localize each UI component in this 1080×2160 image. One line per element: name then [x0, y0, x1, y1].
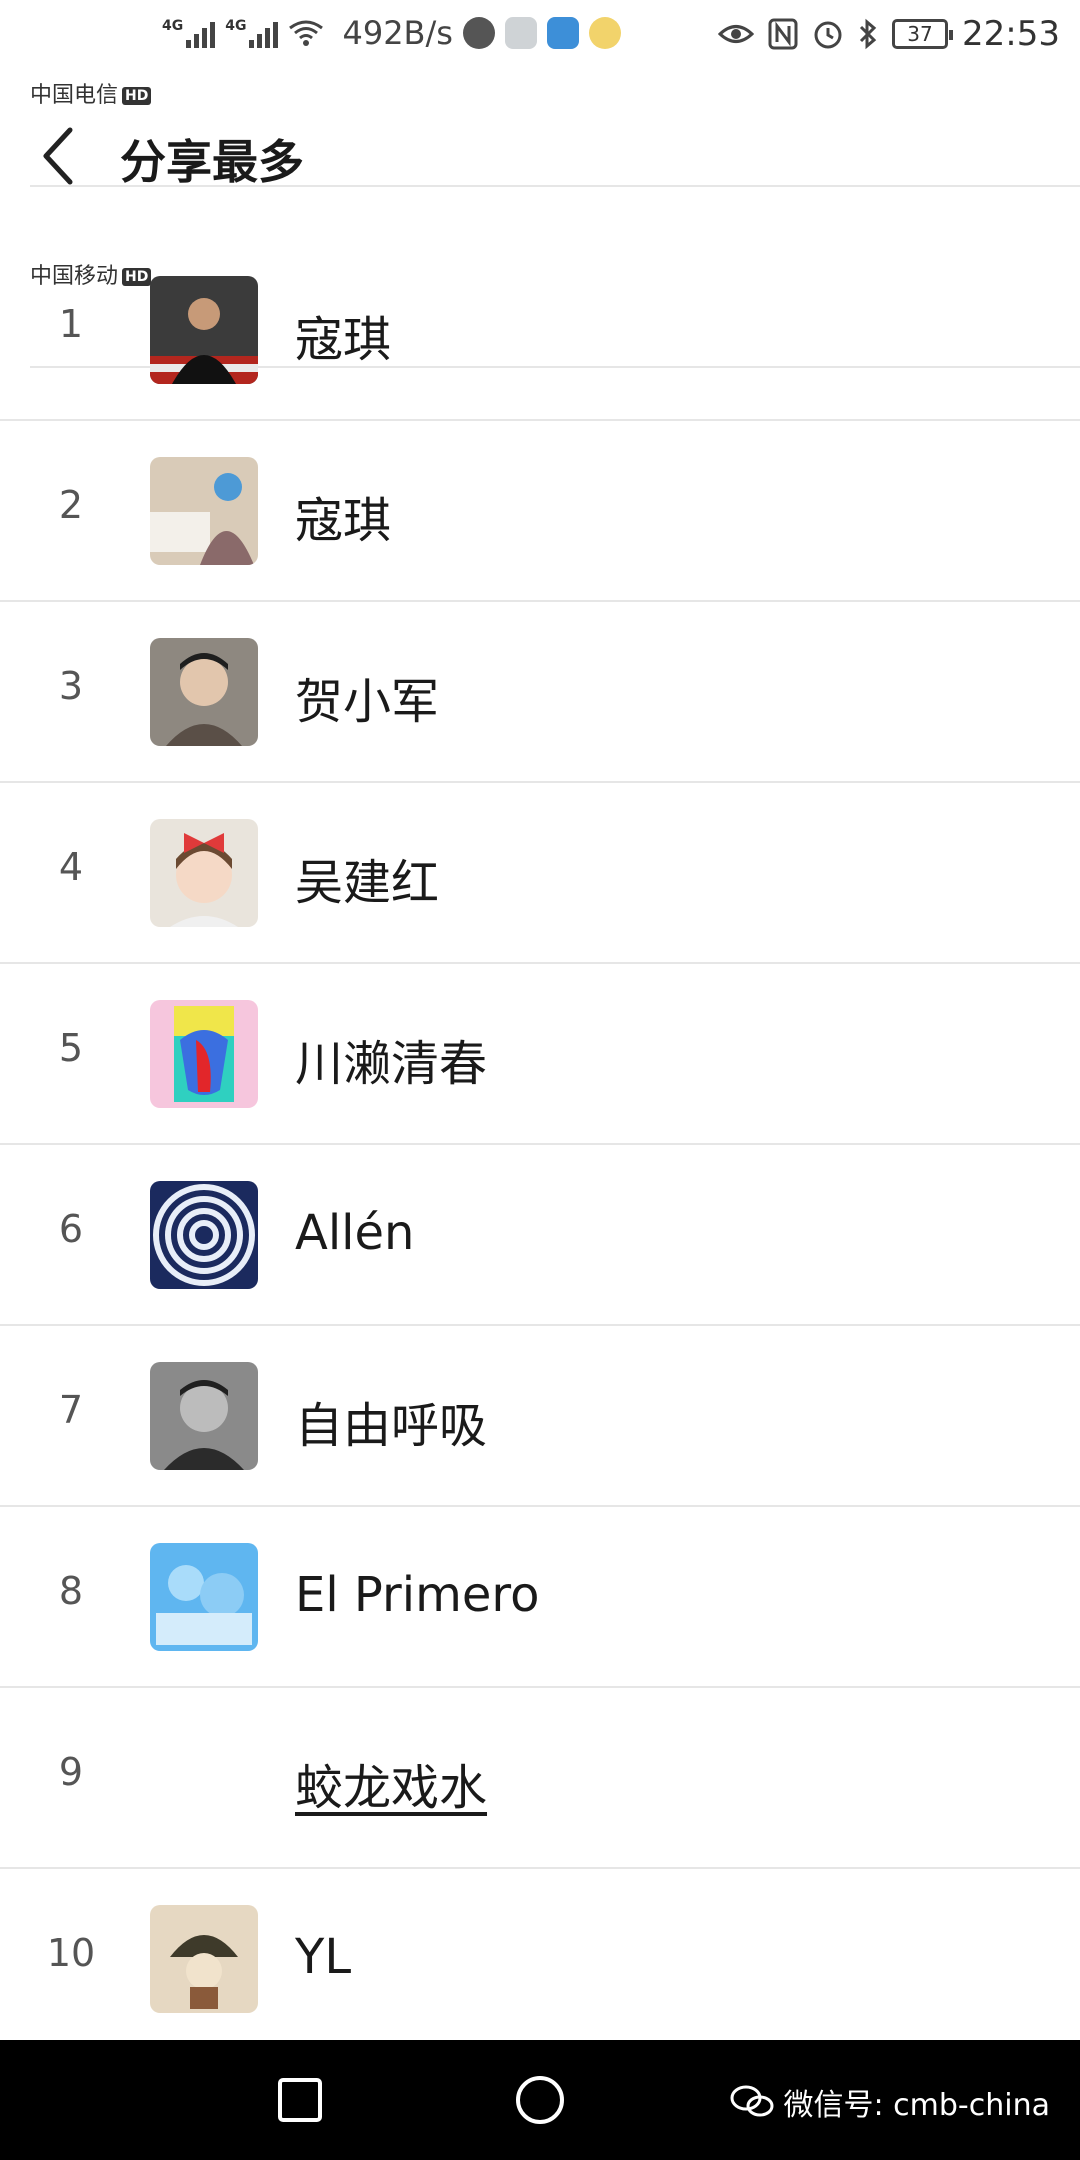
user-name: 蛟龙戏水: [295, 1760, 488, 1816]
recents-square-icon[interactable]: [270, 2070, 330, 2130]
rank-number: 8: [58, 1569, 84, 1613]
navigation-bar: 微信号: cmb-china: [0, 2040, 1080, 2160]
list-item[interactable]: 9 蛟龙戏水: [0, 1688, 1080, 1869]
user-name: El Primero: [295, 1567, 540, 1623]
avatar: [150, 1000, 258, 1108]
rank-number: 2: [58, 483, 84, 527]
status-bar: 中国电信 HD 中国移动 HD 4G 4G 492B/s 37 22:53: [0, 0, 1080, 368]
bluetooth-icon: [859, 18, 877, 50]
user-name: 吴建红: [295, 855, 440, 911]
rank-number: 3: [58, 664, 84, 708]
alarm-icon: [814, 21, 842, 49]
user-name: YL: [295, 1929, 352, 1985]
chat-icon: [462, 17, 495, 49]
list-item[interactable]: 4 吴建红: [0, 783, 1080, 964]
list-item[interactable]: 1 寇琪: [0, 240, 1080, 421]
wifi-icon: [289, 20, 324, 46]
user-name: 川濑清春: [295, 1036, 488, 1092]
signal-icon: 4G: [225, 18, 279, 48]
clock: 22:53: [962, 14, 1060, 54]
user-name: Allén: [295, 1205, 415, 1261]
battery-level: 37: [907, 22, 933, 46]
user-name: 贺小军: [295, 674, 440, 730]
home-circle-icon[interactable]: [510, 2070, 570, 2130]
rank-number: 5: [58, 1026, 84, 1070]
user-name: 自由呼吸: [295, 1398, 488, 1454]
signal-icon: 4G: [162, 18, 216, 48]
app-notification-icon: [588, 17, 621, 49]
eye-icon: [718, 25, 755, 43]
list-item[interactable]: 3 贺小军: [0, 602, 1080, 783]
list-item[interactable]: 6 Allén: [0, 1145, 1080, 1326]
rank-number: 6: [58, 1207, 84, 1251]
back-arrow-icon[interactable]: [36, 124, 86, 188]
card-icon: [504, 17, 537, 49]
battery-icon: 37: [892, 19, 954, 49]
user-name: 寇琪: [295, 493, 392, 549]
header: 分享最多: [0, 100, 1080, 212]
list-item[interactable]: 5 川濑清春: [0, 964, 1080, 1145]
network-speed: 492B/s: [342, 14, 453, 52]
ranking-list: 1 寇琪 2 寇琪 3 贺小军 4 吴建红 5 川濑清春 6 Allén 7 自…: [0, 240, 1080, 2050]
rank-number: 4: [58, 845, 84, 889]
list-item[interactable]: 2 寇琪: [0, 421, 1080, 602]
page-title: 分享最多: [120, 135, 304, 189]
list-item[interactable]: 8 El Primero: [0, 1507, 1080, 1688]
watermark: 微信号: cmb-china: [730, 2080, 1050, 2124]
avatar: [150, 819, 258, 927]
rank-number: 1: [58, 302, 84, 346]
wechat-icon: [730, 2085, 774, 2117]
avatar: [150, 1181, 258, 1289]
rank-number: 9: [58, 1750, 84, 1794]
user-name: 寇琪: [295, 312, 392, 368]
status-indicators: 4G 4G 492B/s: [162, 14, 621, 52]
avatar: [150, 638, 258, 746]
list-item[interactable]: 10 YL: [0, 1869, 1080, 2050]
rank-number: 7: [58, 1388, 84, 1432]
watermark-text: 微信号: cmb-china: [783, 2088, 1050, 2123]
avatar: [150, 1543, 258, 1651]
status-right: 37 22:53: [718, 14, 1060, 54]
lightbulb-icon: [546, 17, 579, 49]
avatar: [150, 1362, 258, 1470]
list-item[interactable]: 7 自由呼吸: [0, 1326, 1080, 1507]
nfc-icon: [768, 18, 798, 50]
avatar: [150, 457, 258, 565]
avatar: [150, 276, 258, 384]
avatar: [150, 1905, 258, 2013]
rank-number: 10: [46, 1931, 96, 1975]
